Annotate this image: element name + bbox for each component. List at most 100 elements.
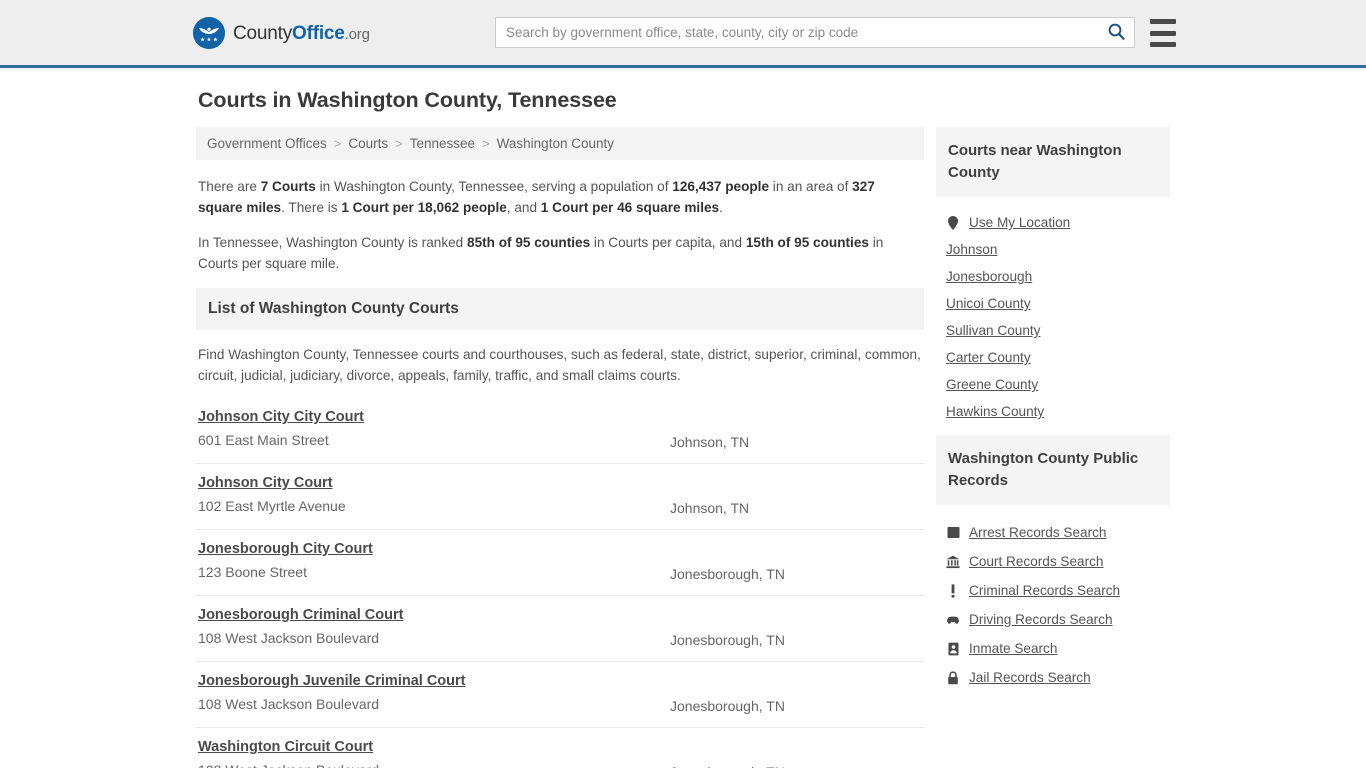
list-section-heading: List of Washington County Courts: [208, 300, 459, 317]
list-item[interactable]: Hawkins County: [946, 398, 1170, 425]
list-item[interactable]: Driving Records Search: [946, 605, 1170, 634]
menu-bar-1: [1150, 19, 1176, 24]
court-city: Jonesborough, TN: [670, 698, 785, 714]
table-row: Washington Circuit Court 108 West Jackso…: [196, 728, 924, 768]
page-body: Courts in Washington County, Tennessee G…: [0, 68, 1366, 768]
stat-court-count: 7 Courts: [260, 179, 316, 194]
list-item[interactable]: Criminal Records Search: [946, 576, 1170, 605]
logo-text-org: .org: [344, 25, 370, 43]
list-item[interactable]: Inmate Search: [946, 634, 1170, 663]
menu-bar-2: [1150, 30, 1176, 36]
nearby-link-johnson[interactable]: Johnson: [946, 242, 997, 257]
breadcrumb-item-courts[interactable]: Courts: [348, 136, 388, 151]
breadcrumb-separator: >: [333, 136, 342, 151]
court-name-link[interactable]: Johnson City City Court: [198, 409, 364, 425]
court-address: 123 Boone Street: [198, 564, 307, 580]
jail-records-search-link[interactable]: Jail Records Search: [969, 670, 1091, 685]
nearby-link-jonesborough[interactable]: Jonesborough: [946, 269, 1032, 284]
intro-p1-t5: , and: [506, 200, 541, 215]
intro-p1-t3: in an area of: [769, 179, 853, 194]
court-address: 601 East Main Street: [198, 432, 329, 448]
court-name-link[interactable]: Jonesborough City Court: [198, 541, 373, 557]
breadcrumb-separator: >: [482, 136, 490, 151]
inmate-search-link[interactable]: Inmate Search: [969, 641, 1057, 656]
public-records-links: Arrest Records Search Court Records Sear…: [936, 505, 1170, 696]
court-city: Jonesborough, TN: [670, 566, 785, 582]
court-name-link[interactable]: Jonesborough Juvenile Criminal Court: [198, 673, 465, 689]
search-bar[interactable]: [495, 17, 1135, 48]
court-city: Johnson, TN: [670, 434, 750, 450]
public-records-heading: Washington County Public Records: [948, 450, 1139, 489]
table-row: Johnson City Court 102 East Myrtle Avenu…: [196, 464, 924, 530]
list-item[interactable]: Carter County: [946, 344, 1170, 371]
stat-rank-per-capita: 85th of 95 counties: [467, 235, 591, 250]
breadcrumb-item-tennessee[interactable]: Tennessee: [410, 136, 475, 151]
list-item[interactable]: Greene County: [946, 371, 1170, 398]
breadcrumb-item-washington-county: Washington County: [496, 136, 614, 151]
nearby-link-carter-county[interactable]: Carter County: [946, 350, 1031, 365]
court-city: Jonesborough, TN: [670, 632, 785, 648]
driving-records-search-link[interactable]: Driving Records Search: [969, 612, 1113, 627]
list-item[interactable]: Court Records Search: [946, 547, 1170, 576]
main-content: Government Offices > Courts > Tennessee …: [196, 127, 924, 768]
nearby-courts-header: Courts near Washington County: [936, 127, 1170, 197]
intro-text: There are 7 Courts in Washington County,…: [196, 160, 924, 274]
nearby-link-greene-county[interactable]: Greene County: [946, 377, 1038, 392]
use-my-location-link[interactable]: Use My Location: [969, 215, 1070, 230]
hamburger-menu-icon[interactable]: [1150, 19, 1176, 47]
logo-text-county: County: [233, 22, 293, 44]
court-list: Johnson City City Court 601 East Main St…: [196, 398, 924, 768]
intro-p2-t2: in Courts per capita, and: [590, 235, 746, 250]
court-name-link[interactable]: Jonesborough Criminal Court: [198, 607, 403, 623]
court-info: Jonesborough City Court 123 Boone Street: [198, 540, 670, 582]
site-logo[interactable]: CountyOffice.org: [193, 17, 370, 49]
list-item[interactable]: Sullivan County: [946, 317, 1170, 344]
intro-p1-t4: . There is: [281, 200, 342, 215]
breadcrumb-item-government-offices[interactable]: Government Offices: [207, 136, 327, 151]
stat-rank-per-sqmile: 15th of 95 counties: [745, 235, 869, 250]
table-row: Jonesborough Juvenile Criminal Court 108…: [196, 662, 924, 728]
stat-per-sqmile: 1 Court per 46 square miles: [540, 200, 720, 215]
nearby-courts-heading: Courts near Washington County: [948, 142, 1122, 181]
page-title: Courts in Washington County, Tennessee: [198, 88, 617, 112]
court-name-link[interactable]: Johnson City Court: [198, 475, 333, 491]
intro-p1-t2: in Washington County, Tennessee, serving…: [315, 179, 673, 194]
court-address: 108 West Jackson Boulevard: [198, 630, 380, 646]
court-city: Johnson, TN: [670, 500, 750, 516]
search-input[interactable]: [496, 18, 1104, 47]
criminal-records-search-link[interactable]: Criminal Records Search: [969, 583, 1120, 598]
list-item[interactable]: Jonesborough: [946, 263, 1170, 290]
court-name-link[interactable]: Washington Circuit Court: [198, 739, 373, 755]
nearby-courts-links: Use My Location Johnson Jonesborough Uni…: [936, 197, 1170, 429]
intro-p1-t1: There are: [198, 179, 261, 194]
list-item[interactable]: Jail Records Search: [946, 663, 1170, 692]
list-item[interactable]: Unicoi County: [946, 290, 1170, 317]
breadcrumb: Government Offices > Courts > Tennessee …: [196, 127, 924, 160]
menu-bar-3: [1150, 42, 1176, 47]
court-records-search-link[interactable]: Court Records Search: [969, 554, 1103, 569]
public-records-box: Washington County Public Records Arrest …: [936, 435, 1170, 696]
nearby-link-sullivan-county[interactable]: Sullivan County: [946, 323, 1040, 338]
intro-paragraph-stats: There are 7 Courts in Washington County,…: [198, 176, 922, 218]
list-item[interactable]: Arrest Records Search: [946, 518, 1170, 547]
courthouse-bank-icon: [946, 554, 960, 569]
intro-p2-t1: In Tennessee, Washington County is ranke…: [198, 235, 468, 250]
nearby-link-hawkins-county[interactable]: Hawkins County: [946, 404, 1044, 419]
table-row: Jonesborough City Court 123 Boone Street…: [196, 530, 924, 596]
search-button[interactable]: [1104, 18, 1134, 47]
stat-population: 126,437 people: [672, 179, 770, 194]
id-badge-icon: [946, 641, 960, 656]
eagle-stars-shield-icon: [193, 17, 225, 49]
court-info: Johnson City City Court 601 East Main St…: [198, 408, 670, 450]
court-info: Washington Circuit Court 108 West Jackso…: [198, 738, 670, 768]
list-item[interactable]: Johnson: [946, 236, 1170, 263]
list-item[interactable]: Use My Location: [946, 209, 1170, 236]
lock-icon: [946, 670, 960, 685]
table-row: Johnson City City Court 601 East Main St…: [196, 398, 924, 464]
magnifier-icon: [1108, 23, 1125, 43]
sidebar: Courts near Washington County Use My Loc…: [936, 127, 1170, 702]
intro-paragraph-ranking: In Tennessee, Washington County is ranke…: [198, 232, 922, 274]
arrest-records-search-link[interactable]: Arrest Records Search: [969, 525, 1107, 540]
nearby-link-unicoi-county[interactable]: Unicoi County: [946, 296, 1031, 311]
public-records-header: Washington County Public Records: [936, 435, 1170, 505]
